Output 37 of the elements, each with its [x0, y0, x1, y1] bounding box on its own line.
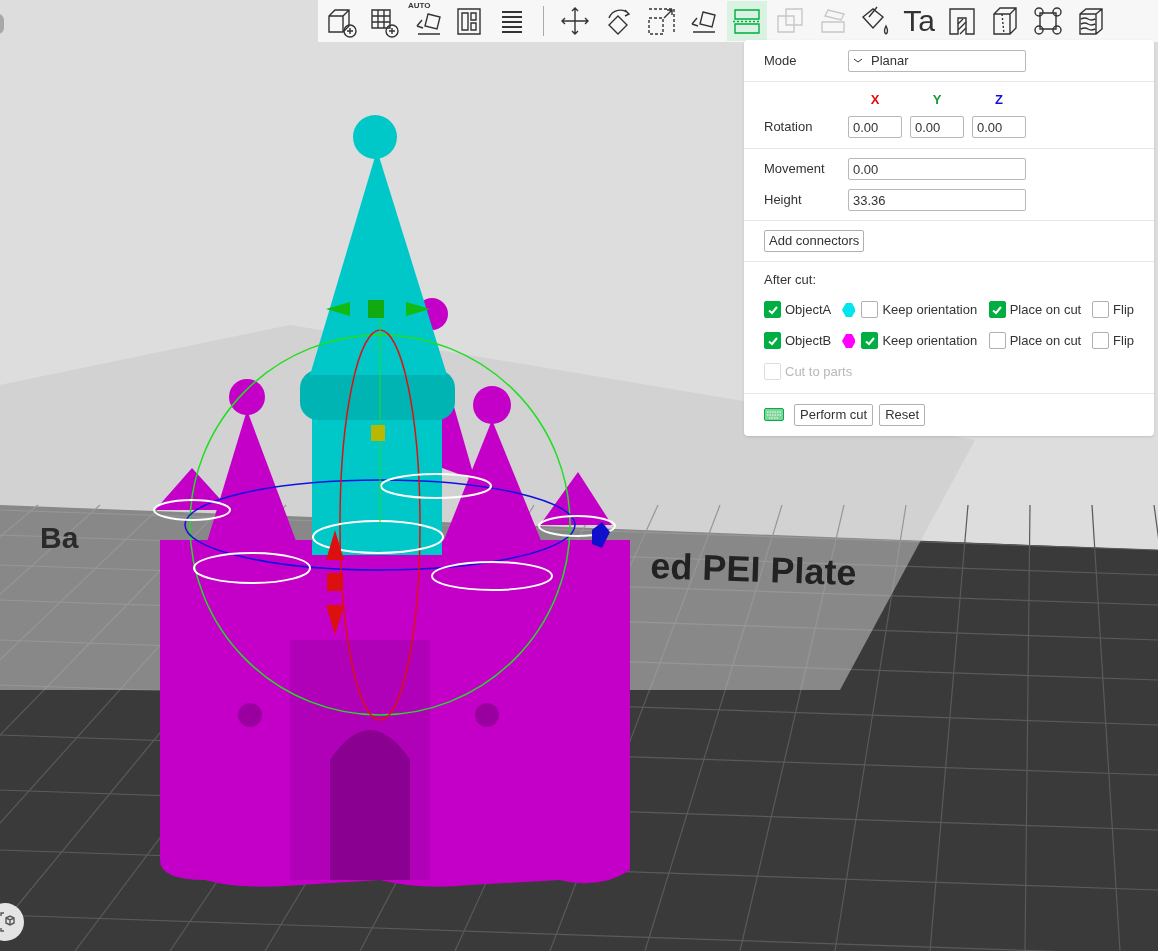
option-checkbox[interactable] — [988, 301, 1006, 318]
object-checkbox[interactable] — [764, 332, 781, 349]
field-label: Movement — [764, 160, 826, 179]
perform-cut-button[interactable]: Perform cut — [794, 403, 874, 426]
option-checkbox[interactable] — [1092, 301, 1110, 318]
rotation-input[interactable]: 0.00 — [848, 116, 902, 138]
checkbox-label: Flip — [1113, 300, 1134, 319]
checkbox-label: Cut to parts — [785, 362, 853, 381]
option-checkbox[interactable] — [861, 332, 879, 349]
height-input[interactable]: 33.36 — [848, 189, 1026, 211]
section-label: After cut: — [764, 271, 818, 289]
axis-label: X — [870, 91, 880, 110]
add-connectors-button[interactable]: Add connectors — [764, 230, 865, 252]
rotation-input[interactable]: 0.00 — [972, 116, 1026, 138]
checkbox-label: ObjectA — [785, 300, 832, 319]
checkbox-label: ObjectB — [785, 331, 832, 350]
option-checkbox[interactable] — [1092, 332, 1110, 349]
axis-label: Y — [932, 91, 942, 110]
object-checkbox[interactable] — [764, 301, 781, 318]
option-checkbox[interactable] — [861, 301, 879, 318]
plate-label: Ba — [40, 521, 79, 554]
checkbox-label: Keep orientation — [882, 300, 978, 319]
chevron-down-icon — [853, 57, 863, 64]
checkbox-label: Flip — [1113, 331, 1134, 350]
option-checkbox[interactable] — [988, 332, 1006, 349]
checkbox-label: Place on cut — [1009, 331, 1082, 350]
field-label: Mode — [764, 51, 798, 70]
rotation-input[interactable]: 0.00 — [910, 116, 964, 138]
field-label: Rotation — [764, 118, 814, 137]
field-label: Height — [764, 191, 803, 210]
checkbox-label: Keep orientation — [882, 331, 978, 350]
axis-label: Z — [995, 91, 1003, 110]
plate-label: ed PEI Plate — [649, 545, 858, 594]
movement-input[interactable]: 0.00 — [848, 158, 1026, 180]
checkbox-label: Place on cut — [1009, 300, 1082, 319]
reset-button[interactable]: Reset — [879, 403, 926, 426]
mode-dropdown[interactable]: Planar — [848, 49, 1026, 72]
